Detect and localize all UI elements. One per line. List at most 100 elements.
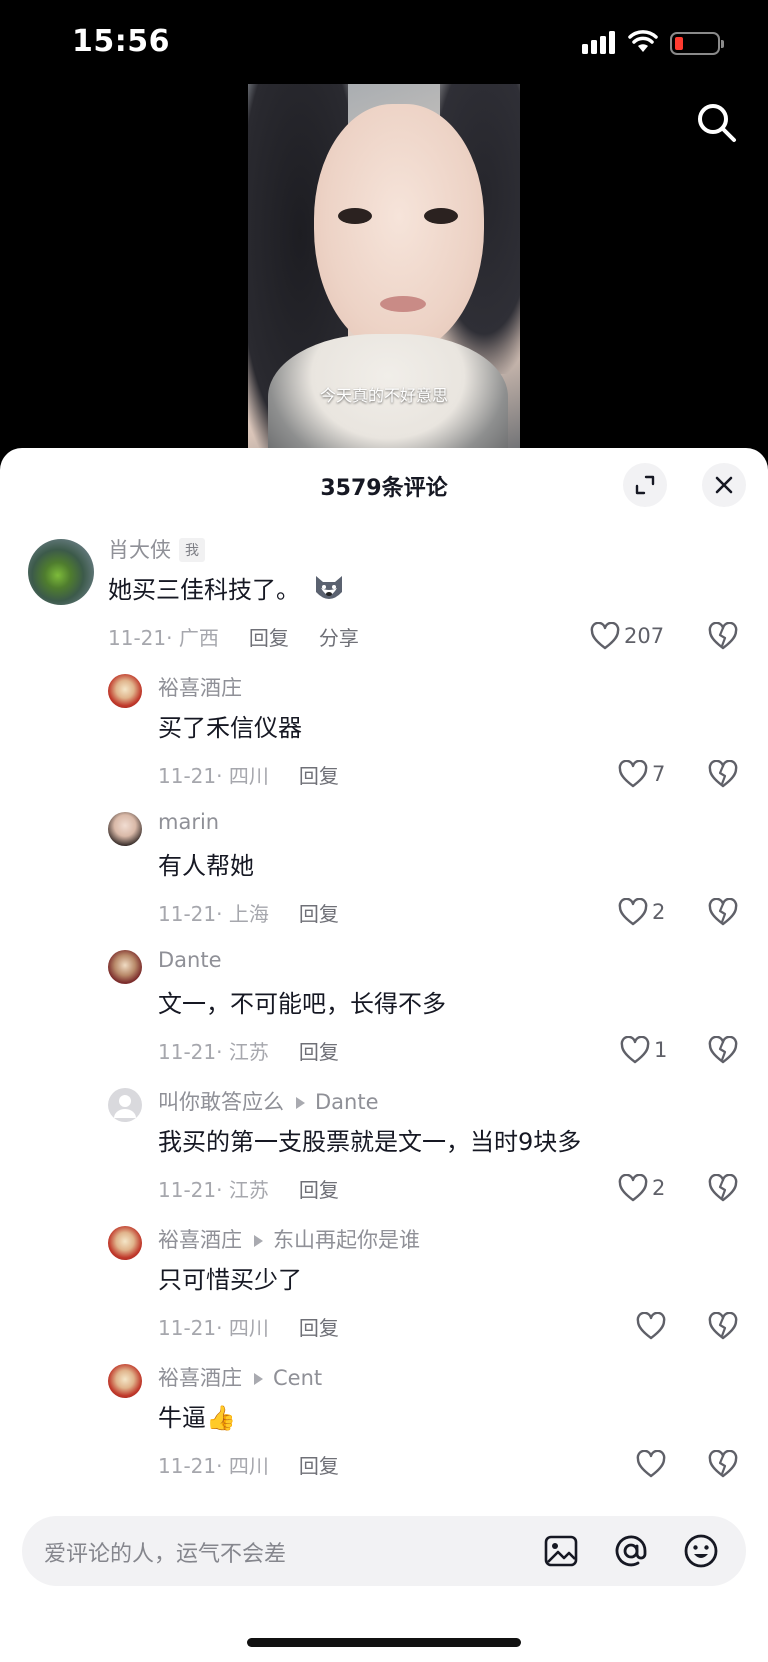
reply-button[interactable]: 回复 bbox=[299, 1178, 339, 1202]
comment-text: 牛逼👍 bbox=[158, 1404, 236, 1432]
battery-level bbox=[675, 37, 683, 50]
comment-text: 文一，不可能吧，长得不多 bbox=[158, 990, 446, 1018]
video-caption: 今天真的不好意思 bbox=[319, 386, 448, 405]
reply-button[interactable]: 回复 bbox=[299, 764, 339, 788]
comment-meta: 11-21· 广西 回复 分享 bbox=[108, 622, 359, 651]
reply-item: Dante 文一，不可能吧，长得不多 11-21· 江苏 回复 1 bbox=[0, 946, 768, 1084]
like-count: 1 bbox=[654, 1038, 668, 1062]
reply-item: 叫你敢答应么 Dante 我买的第一支股票就是文一，当时9块多 11-21· 江苏… bbox=[0, 1084, 768, 1222]
home-indicator[interactable] bbox=[247, 1638, 521, 1647]
like-count: 207 bbox=[624, 624, 665, 648]
status-bar: 15:56 bbox=[0, 0, 768, 88]
at-icon[interactable] bbox=[612, 1532, 650, 1570]
broken-heart-icon[interactable] bbox=[708, 898, 738, 926]
broken-heart-icon[interactable] bbox=[708, 1312, 738, 1340]
avatar[interactable] bbox=[108, 1226, 142, 1260]
comment-author-name: Dante bbox=[158, 948, 222, 972]
avatar[interactable] bbox=[108, 1088, 142, 1122]
share-button[interactable]: 分享 bbox=[319, 626, 359, 650]
comment-author-name: 裕喜酒庄 bbox=[158, 1366, 242, 1390]
like-button[interactable]: 207 bbox=[590, 622, 664, 650]
broken-heart-icon[interactable] bbox=[708, 1174, 738, 1202]
like-button[interactable]: 7 bbox=[618, 760, 665, 788]
comment-text: 我买的第一支股票就是文一，当时9块多 bbox=[158, 1128, 582, 1156]
comment-date: 11-21· 四川 bbox=[158, 764, 269, 788]
reply-arrow-icon bbox=[296, 1096, 305, 1109]
comment-text: 她买三佳科技了。 bbox=[108, 570, 346, 605]
image-icon[interactable] bbox=[542, 1532, 580, 1570]
like-button[interactable]: 1 bbox=[620, 1036, 667, 1064]
heart-icon bbox=[620, 1036, 650, 1064]
video-player[interactable]: 今天真的不好意思 bbox=[248, 84, 520, 456]
close-icon bbox=[715, 476, 733, 494]
reply-arrow-icon bbox=[254, 1372, 263, 1385]
expand-button[interactable] bbox=[623, 463, 667, 507]
heart-icon bbox=[618, 1174, 648, 1202]
like-button[interactable]: 2 bbox=[618, 1174, 665, 1202]
comment-author[interactable]: marin bbox=[158, 810, 219, 834]
reply-button[interactable]: 回复 bbox=[249, 626, 289, 650]
comment-author[interactable]: 裕喜酒庄 Cent bbox=[158, 1362, 322, 1392]
reply-button[interactable]: 回复 bbox=[299, 1316, 339, 1340]
reply-to-name[interactable]: 东山再起你是谁 bbox=[273, 1228, 420, 1252]
broken-heart-icon[interactable] bbox=[708, 1036, 738, 1064]
comment-author[interactable]: Dante bbox=[158, 948, 222, 972]
comment-text: 买了禾信仪器 bbox=[158, 714, 302, 742]
comment-date: 11-21· 上海 bbox=[158, 902, 269, 926]
comment-meta: 11-21· 上海 回复 bbox=[158, 898, 339, 927]
video-frame-detail bbox=[314, 104, 484, 354]
reply-button[interactable]: 回复 bbox=[299, 1454, 339, 1478]
comment-author[interactable]: 肖大侠我 bbox=[108, 534, 205, 564]
broken-heart-icon[interactable] bbox=[708, 622, 738, 650]
video-frame-detail bbox=[338, 208, 372, 224]
avatar[interactable] bbox=[108, 812, 142, 846]
comment-author[interactable]: 裕喜酒庄 东山再起你是谁 bbox=[158, 1224, 420, 1254]
like-count: 2 bbox=[652, 900, 666, 924]
comment-author-name: 裕喜酒庄 bbox=[158, 1228, 242, 1252]
heart-icon bbox=[618, 760, 648, 788]
reply-item: 裕喜酒庄 东山再起你是谁 只可惜买少了 11-21· 四川 回复 bbox=[0, 1222, 768, 1360]
comment-author[interactable]: 裕喜酒庄 bbox=[158, 672, 242, 702]
avatar[interactable] bbox=[108, 1364, 142, 1398]
expand-icon bbox=[635, 475, 655, 495]
comment-author[interactable]: 叫你敢答应么 Dante bbox=[158, 1086, 379, 1116]
reply-button[interactable]: 回复 bbox=[299, 902, 339, 926]
cellular-signal-icon bbox=[582, 30, 618, 54]
comment-date: 11-21· 江苏 bbox=[158, 1178, 269, 1202]
search-icon[interactable] bbox=[694, 100, 738, 144]
reply-item: marin 有人帮她 11-21· 上海 回复 2 bbox=[0, 808, 768, 946]
like-button[interactable]: 2 bbox=[618, 898, 665, 926]
avatar[interactable] bbox=[108, 950, 142, 984]
comment-author-name: 叫你敢答应么 bbox=[158, 1090, 284, 1114]
comment-input[interactable]: 爱评论的人，运气不会差 bbox=[22, 1516, 746, 1586]
reply-to-name[interactable]: Dante bbox=[315, 1090, 379, 1114]
me-badge: 我 bbox=[179, 538, 205, 562]
comment-text: 有人帮她 bbox=[158, 852, 254, 880]
comment-meta: 11-21· 江苏 回复 bbox=[158, 1036, 339, 1065]
comment-meta: 11-21· 四川 回复 bbox=[158, 760, 339, 789]
reply-button[interactable]: 回复 bbox=[299, 1040, 339, 1064]
avatar[interactable] bbox=[28, 539, 94, 605]
comment-text: 只可惜买少了 bbox=[158, 1266, 302, 1294]
battery-icon bbox=[670, 32, 724, 55]
comment-text-content: 她买三佳科技了。 bbox=[108, 576, 300, 604]
like-button[interactable] bbox=[636, 1450, 670, 1478]
video-frame-detail bbox=[424, 208, 458, 224]
like-button[interactable] bbox=[636, 1312, 670, 1340]
comment-input-placeholder: 爱评论的人，运气不会差 bbox=[44, 1542, 287, 1567]
reply-item: 裕喜酒庄 买了禾信仪器 11-21· 四川 回复 7 bbox=[0, 670, 768, 808]
heart-icon bbox=[618, 898, 648, 926]
comment-meta: 11-21· 四川 回复 bbox=[158, 1312, 339, 1341]
comment-date: 11-21· 江苏 bbox=[158, 1040, 269, 1064]
emoji-icon[interactable] bbox=[682, 1532, 720, 1570]
close-button[interactable] bbox=[702, 463, 746, 507]
comment-author-name: 肖大侠 bbox=[108, 538, 171, 562]
video-frame-detail bbox=[380, 296, 426, 312]
broken-heart-icon[interactable] bbox=[708, 1450, 738, 1478]
broken-heart-icon[interactable] bbox=[708, 760, 738, 788]
avatar[interactable] bbox=[108, 674, 142, 708]
reply-to-name[interactable]: Cent bbox=[273, 1366, 322, 1390]
comment-date: 11-21· 广西 bbox=[108, 626, 219, 650]
wifi-icon bbox=[628, 30, 658, 52]
heart-icon bbox=[590, 622, 620, 650]
